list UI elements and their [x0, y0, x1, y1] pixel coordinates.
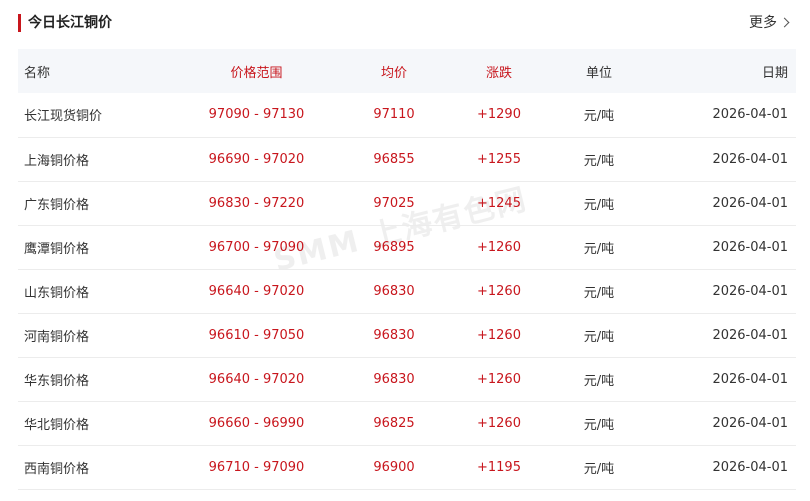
cell-name[interactable]: 西南铜价格 — [18, 445, 174, 489]
table-header-row: 名称 价格范围 均价 涨跌 单位 日期 — [18, 49, 796, 93]
title-accent-bar — [18, 14, 21, 32]
cell-name[interactable]: 山东铜价格 — [18, 269, 174, 313]
cell-price-range: 96640 - 97020 — [208, 371, 305, 387]
cell-date: 2026-04-01 — [712, 195, 788, 211]
table-row[interactable]: 山东铜价格 96640 - 97020 96830 +1260 元/吨 2026-04-0… — [18, 269, 796, 313]
section-header: 今日长江铜价 更多 — [0, 0, 810, 48]
cell-change: +1260 — [477, 415, 521, 431]
cell-average: 96830 — [373, 327, 415, 343]
column-header-range: 价格范围 — [230, 65, 283, 81]
cell-change: +1260 — [477, 239, 521, 255]
cell-name[interactable]: 长江现货铜价 — [18, 93, 174, 137]
cell-average: 96900 — [373, 459, 415, 475]
cell-average: 96825 — [373, 415, 415, 431]
table-row[interactable]: 鹰潭铜价格 96700 - 97090 96895 +1260 元/吨 2026-04-0… — [18, 225, 796, 269]
cell-change: +1255 — [477, 151, 521, 167]
cell-price-range: 97090 - 97130 — [208, 107, 305, 123]
cell-date: 2026-04-01 — [712, 459, 788, 475]
cell-name[interactable]: 广东铜价格 — [18, 181, 174, 225]
cell-change: +1260 — [477, 327, 521, 343]
cell-average: 96855 — [373, 151, 415, 167]
cell-unit: 元/吨 — [583, 373, 615, 389]
cell-unit: 元/吨 — [583, 109, 615, 125]
cell-change: +1245 — [477, 195, 521, 211]
chevron-right-icon — [779, 17, 790, 28]
more-link[interactable]: 更多 — [749, 13, 790, 33]
table-row[interactable]: 华北铜价格 96660 - 96990 96825 +1260 元/吨 2026-04-0… — [18, 401, 796, 445]
cell-date: 2026-04-01 — [712, 239, 788, 255]
cell-change: +1260 — [477, 371, 521, 387]
table-row[interactable]: 长江现货铜价 97090 - 97130 97110 +1290 元/吨 2026-04-… — [18, 93, 796, 137]
table-row[interactable]: 华东铜价格 96640 - 97020 96830 +1260 元/吨 2026-04-0… — [18, 357, 796, 401]
column-header-date: 日期 — [761, 65, 788, 81]
cell-average: 96830 — [373, 371, 415, 387]
cell-unit: 元/吨 — [583, 417, 615, 433]
cell-name[interactable]: 河南铜价格 — [18, 313, 174, 357]
cell-unit: 元/吨 — [583, 329, 615, 345]
cell-date: 2026-04-01 — [712, 151, 788, 167]
cell-name[interactable]: 上海铜价格 — [18, 137, 174, 181]
cell-unit: 元/吨 — [583, 153, 615, 169]
cell-name[interactable]: 华东铜价格 — [18, 357, 174, 401]
column-header-change: 涨跌 — [485, 65, 512, 81]
cell-average: 97025 — [373, 195, 415, 211]
cell-change: +1290 — [477, 107, 521, 123]
cell-average: 96830 — [373, 283, 415, 299]
cell-date: 2026-04-01 — [712, 283, 788, 299]
cell-average: 96895 — [373, 239, 415, 255]
section-title: 今日长江铜价 — [28, 15, 112, 31]
table-row[interactable]: 河南铜价格 96610 - 97050 96830 +1260 元/吨 2026-04-0… — [18, 313, 796, 357]
cell-unit: 元/吨 — [583, 285, 615, 301]
cell-date: 2026-04-01 — [712, 371, 788, 387]
column-header-name: 名称 — [24, 65, 51, 81]
cell-price-range: 96690 - 97020 — [208, 151, 305, 167]
cell-price-range: 96610 - 97050 — [208, 327, 305, 343]
table-row[interactable]: 西南铜价格 96710 - 97090 96900 +1195 元/吨 2026-04-0… — [18, 445, 796, 489]
cell-change: +1260 — [477, 283, 521, 299]
column-header-average: 均价 — [380, 65, 407, 81]
cell-date: 2026-04-01 — [712, 107, 788, 123]
cell-date: 2026-04-01 — [712, 415, 788, 431]
cell-price-range: 96830 - 97220 — [208, 195, 305, 211]
table-row[interactable]: 广东铜价格 96830 - 97220 97025 +1245 元/吨 2026-04-0… — [18, 181, 796, 225]
cell-date: 2026-04-01 — [712, 327, 788, 343]
cell-price-range: 96710 - 97090 — [208, 459, 305, 475]
price-table: 名称 价格范围 均价 涨跌 单位 日期 长江现货铜价 97090 - 97130 9… — [18, 49, 796, 490]
column-header-unit: 单位 — [585, 65, 612, 81]
more-link-label[interactable]: 更多 — [749, 15, 777, 31]
cell-change: +1195 — [477, 459, 521, 475]
cell-unit: 元/吨 — [583, 241, 615, 257]
table-row[interactable]: 上海铜价格 96690 - 97020 96855 +1255 元/吨 2026-04-0… — [18, 137, 796, 181]
cell-price-range: 96700 - 97090 — [208, 239, 305, 255]
cell-unit: 元/吨 — [583, 461, 615, 477]
cell-average: 97110 — [373, 107, 415, 123]
cell-price-range: 96660 - 96990 — [208, 415, 305, 431]
cell-name[interactable]: 鹰潭铜价格 — [18, 225, 174, 269]
cell-price-range: 96640 - 97020 — [208, 283, 305, 299]
cell-name[interactable]: 华北铜价格 — [18, 401, 174, 445]
cell-unit: 元/吨 — [583, 197, 615, 213]
